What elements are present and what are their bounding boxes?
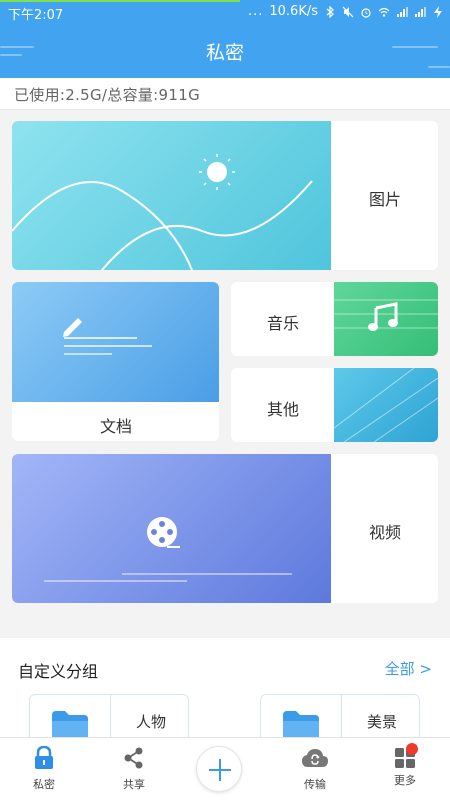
network-speed: 10.6K/s <box>269 4 318 19</box>
others-card[interactable]: 其他 <box>231 368 438 442</box>
header-decoration <box>428 66 450 68</box>
pictures-label: 图片 <box>369 190 402 209</box>
documents-illustration <box>12 282 219 402</box>
nav-share-label: 共享 <box>123 778 145 791</box>
group-card-scenery[interactable]: 美景 <box>260 694 420 739</box>
pictures-illustration <box>12 121 331 270</box>
film-reel-icon <box>44 517 292 582</box>
page-title: 私密 <box>205 42 244 64</box>
custom-groups-section: 自定义分组 全部 > 人物 美景 <box>0 638 450 739</box>
videos-illustration <box>12 454 331 603</box>
notification-badge <box>406 743 418 755</box>
nav-transfer[interactable]: 传输 <box>285 746 345 792</box>
group-card-divider <box>341 695 342 739</box>
pictures-card[interactable]: 图片 <box>12 121 438 270</box>
group-label: 人物 <box>136 713 167 731</box>
nav-private[interactable]: 私密 <box>14 745 74 792</box>
music-note-icon <box>334 299 438 331</box>
others-label: 其他 <box>267 400 300 419</box>
all-groups-link[interactable]: 全部 > <box>385 658 432 679</box>
documents-card[interactable]: 文档 <box>12 282 219 441</box>
documents-label: 文档 <box>100 417 133 436</box>
app-header: 下午2:07 ... 10.6K/s 私密 <box>0 0 450 78</box>
lock-icon <box>35 745 53 769</box>
music-illustration <box>334 282 438 356</box>
share-icon <box>124 747 143 769</box>
music-label: 音乐 <box>267 314 300 333</box>
document-edit-icon <box>63 318 152 355</box>
nav-private-label: 私密 <box>33 778 55 791</box>
storage-usage: 已使用:2.5G/总容量:911G <box>0 78 450 110</box>
group-label: 美景 <box>367 713 398 731</box>
nav-share[interactable]: 共享 <box>104 746 164 792</box>
videos-label: 视频 <box>369 523 402 542</box>
videos-card[interactable]: 视频 <box>12 454 438 603</box>
status-time: 下午2:07 <box>8 8 64 23</box>
wifi-icon <box>378 7 390 17</box>
mountains-sun-icon <box>12 154 313 270</box>
cloud-sync-icon <box>302 749 328 767</box>
nav-more-label: 更多 <box>394 774 416 787</box>
charging-icon <box>434 5 442 18</box>
custom-groups-title: 自定义分组 <box>18 662 99 681</box>
mute-icon <box>342 6 354 17</box>
music-card[interactable]: 音乐 <box>231 282 438 356</box>
nav-more[interactable]: 更多 <box>375 743 435 788</box>
add-button[interactable] <box>196 746 242 792</box>
signal-icon-2 <box>415 6 426 17</box>
signal-icon <box>397 6 408 17</box>
group-card-people[interactable]: 人物 <box>29 694 189 739</box>
bottom-navigation: 私密 共享 传输 更多 <box>0 737 450 800</box>
others-illustration <box>334 368 438 442</box>
notification-dots: ... <box>247 4 264 19</box>
folder-icon <box>283 711 319 739</box>
group-card-divider <box>110 695 111 739</box>
others-pattern-icon <box>334 368 438 442</box>
storage-text: 已使用:2.5G/总容量:911G <box>14 86 200 104</box>
nav-transfer-label: 传输 <box>304 778 326 791</box>
alarm-icon <box>361 7 371 18</box>
status-bar: 下午2:07 ... 10.6K/s <box>0 0 450 24</box>
bluetooth-icon <box>326 5 334 18</box>
folder-icon <box>52 711 88 739</box>
